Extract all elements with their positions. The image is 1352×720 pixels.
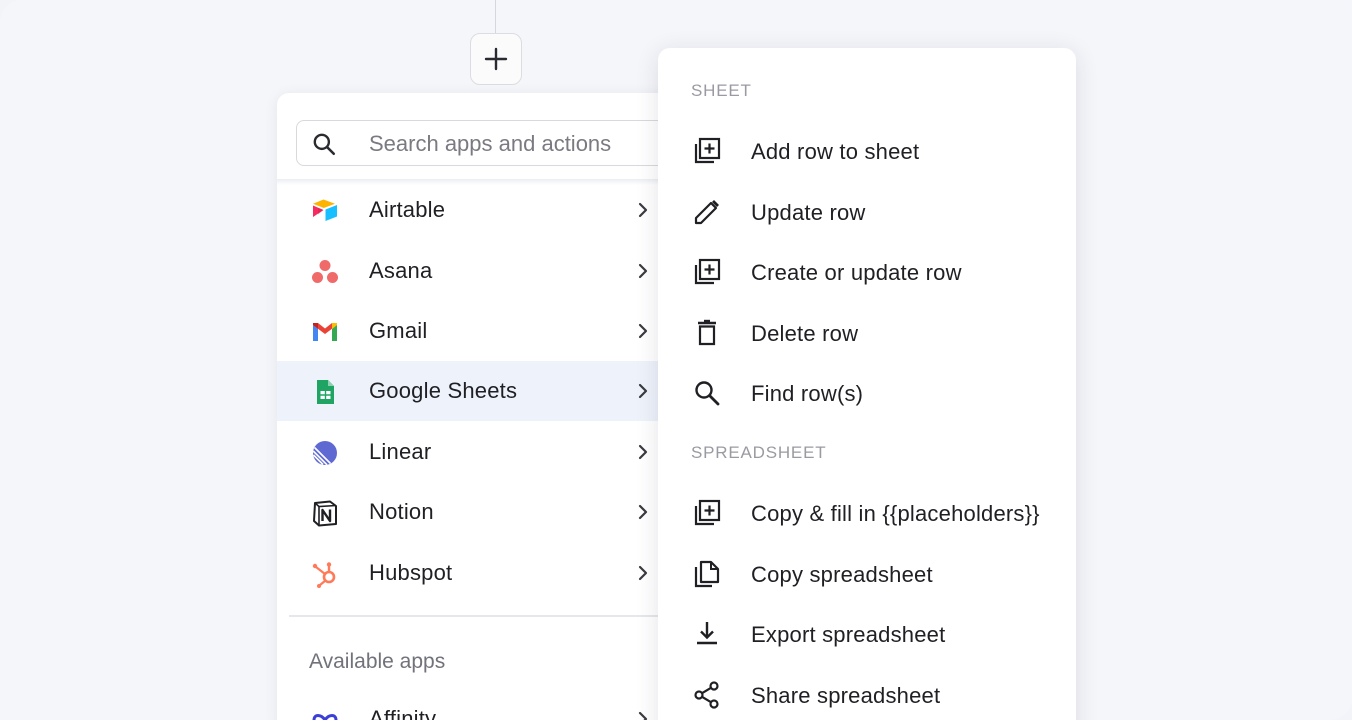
add-row-icon <box>694 137 721 164</box>
app-label: Google Sheets <box>369 378 518 403</box>
airtable-icon <box>313 199 337 221</box>
app-item-asana[interactable]: Asana <box>277 241 677 301</box>
action-export-spreadsheet[interactable]: Export spreadsheet <box>658 607 1076 663</box>
chevron-right-icon <box>638 565 648 581</box>
app-item-airtable[interactable]: Airtable <box>277 180 677 240</box>
app-label: Asana <box>369 258 433 283</box>
app-item-notion[interactable]: Notion <box>277 482 677 542</box>
chevron-right-icon <box>638 323 648 339</box>
search-field[interactable] <box>296 120 676 166</box>
flow-connector-line <box>495 0 496 34</box>
add-step-button[interactable] <box>470 33 522 85</box>
section-divider <box>289 615 665 617</box>
action-label: Copy & fill in {{placeholders}} <box>751 501 1040 526</box>
notion-icon <box>313 500 337 527</box>
share-icon <box>694 681 719 709</box>
action-delete-row[interactable]: Delete row <box>658 306 1076 362</box>
action-find-rows[interactable]: Find row(s) <box>658 366 1076 422</box>
action-label: Export spreadsheet <box>751 622 946 647</box>
action-label: Update row <box>751 200 866 225</box>
app-item-gmail[interactable]: Gmail <box>277 301 677 361</box>
canvas: Airtable Asana Gmail <box>0 0 1352 720</box>
plus-icon <box>484 47 508 71</box>
action-label: Find row(s) <box>751 381 864 406</box>
action-label: Delete row <box>751 321 859 346</box>
chevron-right-icon <box>638 711 648 720</box>
app-picker-panel: Airtable Asana Gmail <box>277 93 677 720</box>
download-icon <box>697 622 717 645</box>
available-apps-heading: Available apps <box>309 650 446 673</box>
chevron-right-icon <box>638 383 648 399</box>
action-update-row[interactable]: Update row <box>658 185 1076 241</box>
pencil-icon <box>694 200 719 225</box>
search-icon <box>695 381 720 406</box>
google-sheets-icon <box>317 380 334 404</box>
actions-panel: SHEET Add row to sheet Update row Create… <box>658 48 1076 720</box>
action-share-spreadsheet[interactable]: Share spreadsheet <box>658 668 1076 720</box>
app-label: Notion <box>369 499 434 524</box>
action-label: Copy spreadsheet <box>751 562 933 587</box>
linear-icon <box>312 441 337 466</box>
action-copy-spreadsheet[interactable]: Copy spreadsheet <box>658 547 1076 603</box>
chevron-right-icon <box>638 202 648 218</box>
spreadsheet-group-heading: SPREADSHEET <box>691 443 827 462</box>
app-item-hubspot[interactable]: Hubspot <box>277 543 677 603</box>
sheet-group-heading: SHEET <box>691 81 752 100</box>
action-label: Share spreadsheet <box>751 683 941 708</box>
app-label: Hubspot <box>369 560 453 585</box>
app-item-linear[interactable]: Linear <box>277 422 677 482</box>
action-copy-and-fill-placeholders[interactable]: Copy & fill in {{placeholders}} <box>658 486 1076 542</box>
chevron-right-icon <box>638 444 648 460</box>
app-item-affinity[interactable]: Affinity <box>277 689 677 720</box>
copy-icon <box>694 560 720 588</box>
hubspot-icon <box>312 562 336 588</box>
app-label: Affinity <box>369 706 437 720</box>
search-input[interactable] <box>369 129 669 159</box>
action-label: Add row to sheet <box>751 139 920 164</box>
app-item-google-sheets[interactable]: Google Sheets <box>277 361 677 421</box>
trash-icon <box>698 319 716 346</box>
app-label: Gmail <box>369 318 428 343</box>
action-create-or-update-row[interactable]: Create or update row <box>658 245 1076 301</box>
chevron-right-icon <box>638 504 648 520</box>
search-icon <box>313 133 336 156</box>
add-row-icon <box>694 258 721 285</box>
gmail-icon <box>313 323 337 341</box>
chevron-right-icon <box>638 263 648 279</box>
app-label: Airtable <box>369 197 446 222</box>
action-label: Create or update row <box>751 260 962 285</box>
add-row-icon <box>694 499 721 526</box>
asana-icon <box>312 260 338 283</box>
app-label: Linear <box>369 439 432 464</box>
action-add-row-to-sheet[interactable]: Add row to sheet <box>658 124 1076 180</box>
affinity-icon <box>312 714 338 720</box>
